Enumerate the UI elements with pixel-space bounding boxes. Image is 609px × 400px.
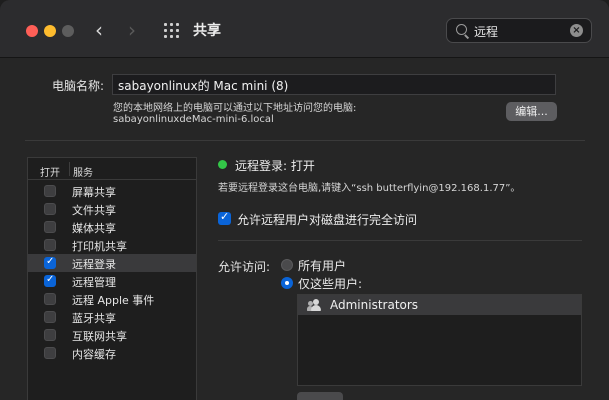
service-label: 媒体共享 [72,222,116,235]
column-header-service[interactable]: 服务 [73,164,93,179]
service-label: 互联网共享 [72,330,127,343]
all-users-radio[interactable] [281,259,293,271]
service-checkbox[interactable] [44,293,56,305]
ssh-instructions: 若要远程登录这台电脑,请键入“ssh butterflyin@192.168.1… [218,183,521,194]
service-row-remote-apple-events[interactable]: 远程 Apple 事件 [28,290,196,308]
only-these-users-label[interactable]: 仅这些用户: [298,275,362,292]
detail-divider [218,240,582,241]
service-row-media-sharing[interactable]: 媒体共享 [28,218,196,236]
add-remove-user-buttons[interactable] [297,392,343,400]
service-status: 远程登录: 打开 [235,159,315,173]
column-separator [69,162,70,176]
clear-search-icon[interactable]: × [570,24,583,37]
service-label: 远程 Apple 事件 [72,294,155,307]
service-row-content-caching[interactable]: 内容缓存 [28,344,196,362]
service-label: 远程管理 [72,276,116,289]
service-checkbox[interactable] [44,203,56,215]
service-label: 文件共享 [72,204,116,217]
forward-icon[interactable]: › [128,18,142,42]
computer-address-description: 您的本地网络上的电脑可以通过以下地址访问您的电脑: [113,103,357,114]
window-title: 共享 [193,23,221,39]
service-checkbox[interactable] [44,239,56,251]
services-list: 打开 服务 屏幕共享 文件共享 媒体共享 打印机共享 远程登录 远程管理 [27,157,197,400]
service-checkbox[interactable] [44,329,56,341]
search-value[interactable]: 远程 [474,23,498,40]
service-row-remote-management[interactable]: 远程管理 [28,272,196,290]
services-list-header: 打开 服务 [28,158,196,180]
section-divider [25,140,585,141]
title-bar: ‹ › 共享 远程 × [0,0,609,58]
service-checkbox[interactable] [44,311,56,323]
status-indicator-icon [218,160,227,169]
show-all-grid-icon[interactable] [164,23,179,38]
minimize-window-button[interactable] [44,25,56,37]
full-disk-access-label[interactable]: 允许远程用户对磁盘进行完全访问 [237,211,417,228]
column-header-on[interactable]: 打开 [40,164,60,179]
service-checkbox[interactable] [44,185,56,197]
close-window-button[interactable] [26,25,38,37]
service-label: 打印机共享 [72,240,127,253]
service-label: 内容缓存 [72,348,116,361]
all-users-label[interactable]: 所有用户 [298,257,346,274]
service-row-bluetooth-sharing[interactable]: 蓝牙共享 [28,308,196,326]
service-row-printer-sharing[interactable]: 打印机共享 [28,236,196,254]
service-label: 屏幕共享 [72,186,116,199]
user-group-icon [307,299,321,311]
service-checkbox[interactable] [44,347,56,359]
full-disk-access-checkbox[interactable] [218,210,231,225]
service-row-internet-sharing[interactable]: 互联网共享 [28,326,196,344]
service-row-remote-login[interactable]: 远程登录 [28,254,196,272]
service-label: 远程登录 [72,258,116,271]
user-label: Administrators [330,298,419,312]
search-input[interactable]: 远程 × [446,18,592,43]
zoom-window-button[interactable] [62,25,74,37]
service-checkbox[interactable] [44,256,56,269]
computer-name-field[interactable]: sabayonlinux的 Mac mini (8) [112,74,556,95]
only-these-users-radio[interactable] [281,277,293,289]
service-row-screen-sharing[interactable]: 屏幕共享 [28,182,196,200]
back-icon[interactable]: ‹ [95,18,109,42]
allow-access-label: 允许访问: [218,260,271,274]
service-label: 蓝牙共享 [72,312,116,325]
search-icon [456,24,467,35]
service-row-file-sharing[interactable]: 文件共享 [28,200,196,218]
computer-local-address: sabayonlinuxdeMac-mini-6.local [113,114,274,125]
service-checkbox[interactable] [44,274,56,287]
user-row-administrators[interactable]: Administrators [298,295,581,315]
edit-button[interactable]: 编辑... [506,102,557,121]
allowed-users-list: Administrators [297,294,582,386]
computer-name-label: 电脑名称: [52,79,105,93]
service-checkbox[interactable] [44,221,56,233]
sharing-window: ‹ › 共享 远程 × 电脑名称: sabayonlinux的 Mac mini… [0,0,609,400]
